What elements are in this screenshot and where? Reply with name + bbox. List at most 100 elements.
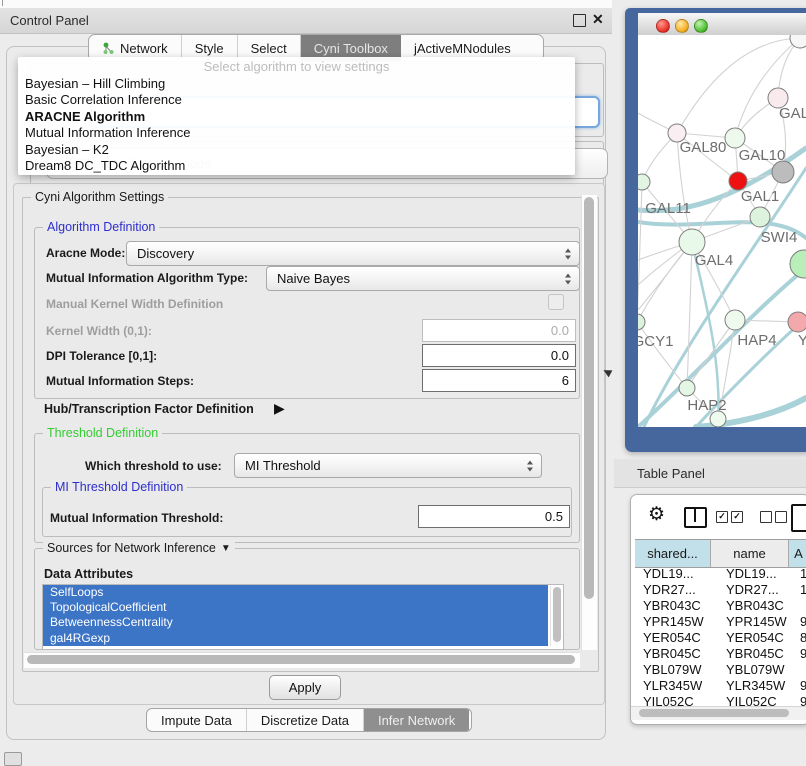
- cyni-settings-title: Cyni Algorithm Settings: [31, 190, 168, 204]
- tab-label: Network: [120, 41, 168, 56]
- bottom-tab-impute-data[interactable]: Impute Data: [147, 709, 247, 731]
- deselect-all-icon[interactable]: [760, 511, 772, 523]
- table-row[interactable]: YBL079WYBL079W: [635, 661, 806, 677]
- attribute-item[interactable]: SelfLoops: [43, 585, 548, 600]
- which-threshold-combo[interactable]: MI Threshold: [234, 453, 542, 478]
- aracne-mode-combo[interactable]: Discovery: [126, 241, 580, 266]
- kernel-width-field[interactable]: 0.0: [422, 319, 576, 342]
- network-node[interactable]: [679, 380, 695, 396]
- dropdown-item[interactable]: Bayesian – K2: [18, 142, 575, 158]
- attribute-item[interactable]: BetweennessCentrality: [43, 615, 548, 630]
- close-panel-icon[interactable]: ✕: [592, 11, 604, 27]
- sources-title: Sources for Network Inference: [47, 541, 216, 555]
- collapse-arrow-icon[interactable]: ▼: [221, 543, 231, 554]
- gear-icon[interactable]: ⚙: [648, 503, 665, 526]
- top-strip: [0, 0, 612, 8]
- kernel-width-label: Kernel Width (0,1):: [46, 324, 152, 338]
- spinner-arrows-icon: [527, 460, 534, 471]
- network-node[interactable]: [725, 310, 745, 330]
- table-cell: YER054C: [718, 630, 795, 645]
- mi-type-value: Naive Bayes: [277, 271, 350, 286]
- dropdown-item[interactable]: Basic Correlation Inference: [18, 92, 575, 108]
- dropdown-item[interactable]: Mutual Information Inference: [18, 125, 575, 141]
- column-header[interactable]: shared...: [635, 540, 711, 567]
- network-view-window[interactable]: GALGAL80GAL10GAL1GAL11SWI4GAL4GCY1HAP4YH…: [625, 8, 806, 452]
- table-row[interactable]: YBR045CYBR045C9.: [635, 645, 806, 661]
- attribute-item[interactable]: TopologicalCoefficient: [43, 600, 548, 615]
- table-cell: YDL19...: [718, 566, 795, 581]
- column-header[interactable]: name: [711, 540, 789, 567]
- table-hscroll-thumb[interactable]: [639, 709, 789, 717]
- table-cell: YBL079W: [718, 662, 795, 677]
- network-node[interactable]: [638, 314, 645, 330]
- mi-steps-value: 6: [562, 373, 569, 388]
- network-node-label: GAL11: [645, 200, 691, 217]
- dpi-tolerance-value: 0.0: [551, 348, 569, 363]
- table-cell: 8.: [795, 630, 806, 645]
- network-node[interactable]: [772, 161, 794, 183]
- columns-icon[interactable]: [684, 507, 707, 528]
- dropdown-item[interactable]: Dream8 DC_TDC Algorithm: [18, 158, 575, 174]
- table-row[interactable]: YDL19...YDL19...13: [635, 566, 806, 582]
- top-tick: [2, 0, 3, 6]
- table-horizontal-scrollbar[interactable]: [631, 706, 806, 720]
- network-graph: GALGAL80GAL10GAL1GAL11SWI4GAL4GCY1HAP4YH…: [638, 35, 806, 427]
- threshold-definition-title: Threshold Definition: [43, 426, 162, 440]
- apply-button[interactable]: Apply: [269, 675, 341, 700]
- table-panel-window: ⚙ ✓ ✓ shared...nameA YDL19...YDL19...13Y…: [630, 494, 806, 725]
- table-row[interactable]: YER054CYER054C8.: [635, 630, 806, 646]
- mi-steps-field[interactable]: 6: [422, 369, 576, 392]
- table-row[interactable]: YBR043CYBR043C: [635, 598, 806, 614]
- expand-arrow-icon[interactable]: ▶: [274, 400, 285, 417]
- table-row[interactable]: YDR27...YDR27...12: [635, 582, 806, 598]
- bottom-tab-discretize-data[interactable]: Discretize Data: [247, 709, 364, 731]
- dpi-tolerance-field[interactable]: 0.0: [422, 344, 576, 367]
- select-all-icon-2[interactable]: ✓: [731, 511, 743, 523]
- network-window-titlebar[interactable]: [638, 13, 806, 36]
- settings-vscroll-thumb[interactable]: [584, 197, 594, 599]
- settings-hscroll-thumb[interactable]: [27, 655, 575, 664]
- which-threshold-label: Which threshold to use:: [85, 459, 222, 473]
- list-scroll-thumb[interactable]: [553, 587, 561, 642]
- dropdown-item[interactable]: Bayesian – Hill Climbing: [18, 76, 575, 92]
- network-node[interactable]: [725, 128, 745, 148]
- table-cell: YER054C: [635, 630, 718, 645]
- network-node[interactable]: [638, 174, 650, 190]
- mi-threshold-field[interactable]: 0.5: [418, 505, 570, 528]
- which-threshold-value: MI Threshold: [245, 458, 321, 473]
- app-root: { "colors": { "selection_blue": "#3c74c6…: [0, 0, 806, 762]
- network-node[interactable]: [750, 207, 770, 227]
- mi-type-combo[interactable]: Naive Bayes: [266, 266, 580, 291]
- network-node[interactable]: [790, 35, 806, 48]
- data-attributes-list[interactable]: SelfLoopsTopologicalCoefficientBetweenne…: [42, 584, 564, 650]
- apply-button-label: Apply: [289, 680, 322, 695]
- deselect-all-icon-2[interactable]: [775, 511, 787, 523]
- table-row[interactable]: YPR145WYPR145W9.: [635, 614, 806, 630]
- table-cell: 9.: [795, 646, 806, 661]
- dpi-tolerance-label: DPI Tolerance [0,1]:: [46, 349, 157, 363]
- attribute-item[interactable]: gal4RGexp: [43, 631, 548, 646]
- tab-label: jActiveMNodules: [414, 41, 511, 56]
- minimize-window-icon[interactable]: [675, 19, 689, 33]
- zoom-window-icon[interactable]: [694, 19, 708, 33]
- float-panel-icon[interactable]: [573, 14, 586, 27]
- table-cell: YLR345W: [718, 678, 795, 693]
- close-window-icon[interactable]: [656, 19, 670, 33]
- minimized-panel-icon[interactable]: [4, 752, 22, 766]
- kernel-width-value: 0.0: [551, 323, 569, 338]
- bottom-tab-infer-network[interactable]: Infer Network: [364, 709, 469, 731]
- document-icon[interactable]: [791, 504, 806, 532]
- dropdown-item[interactable]: ARACNE Algorithm: [18, 109, 575, 125]
- table-header-row: shared...nameA: [635, 539, 806, 568]
- select-all-icon[interactable]: ✓: [716, 511, 728, 523]
- table-cell: 9.: [795, 614, 806, 629]
- mi-type-label: Mutual Information Algorithm Type:: [46, 271, 248, 285]
- network-node[interactable]: [790, 250, 806, 278]
- table-row[interactable]: YLR345WYLR345W9.: [635, 677, 806, 693]
- manual-kernel-checkbox[interactable]: [548, 294, 564, 310]
- network-canvas[interactable]: GALGAL80GAL10GAL1GAL11SWI4GAL4GCY1HAP4YH…: [638, 35, 806, 427]
- column-header[interactable]: A: [789, 540, 806, 567]
- network-node[interactable]: [788, 312, 806, 332]
- network-node-label: GAL: [779, 105, 806, 122]
- list-vertical-scrollbar[interactable]: [550, 586, 562, 646]
